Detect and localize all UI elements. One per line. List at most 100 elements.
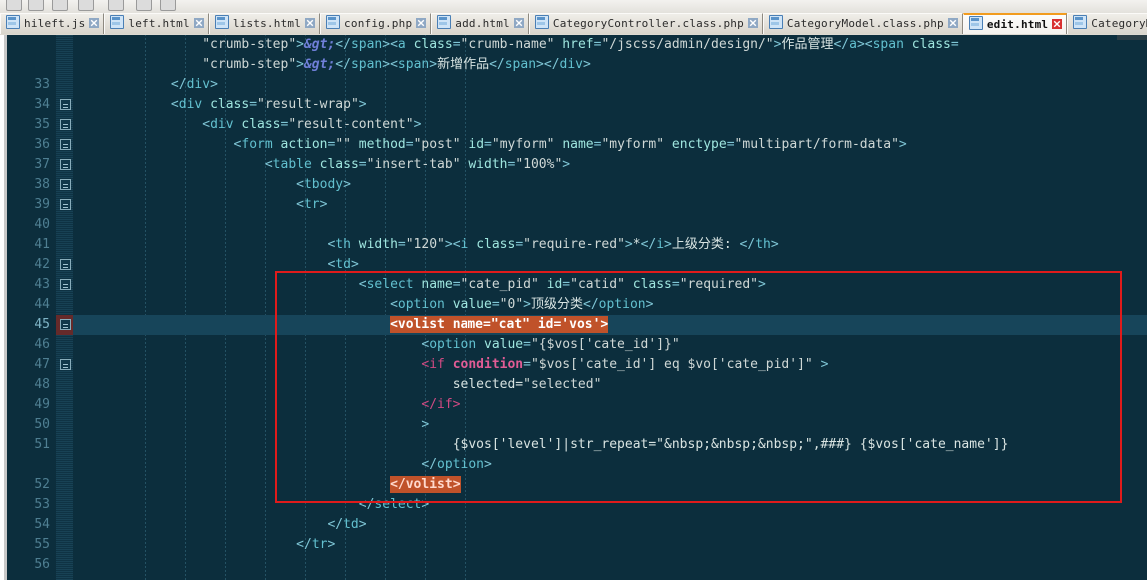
code-line[interactable]: <td> [73, 255, 1147, 275]
code-folding-column[interactable] [56, 35, 73, 580]
code-line[interactable]: </option> [73, 455, 1147, 475]
attr-name: name [421, 277, 453, 292]
tab-categorycontroller-class-php-5[interactable]: CategoryController.class.php [528, 13, 763, 34]
code-line[interactable]: <div class="result-wrap"> [73, 95, 1147, 115]
code-line[interactable]: </tr> [73, 535, 1147, 555]
tab-add-html-4[interactable]: add.html [431, 13, 529, 34]
close-icon[interactable] [305, 18, 316, 28]
fold-cell[interactable] [56, 355, 73, 375]
code-content[interactable]: "crumb-step">&gt;</span><a class="crumb-… [73, 35, 1147, 580]
toolbar-icon-6[interactable] [136, 0, 152, 11]
code-line[interactable]: > [73, 415, 1147, 435]
code-editor[interactable]: 33 34 35 36 37 38 39 40 41 42 43 44 45 46 47 48 49 50 51 52… [0, 35, 1147, 580]
tab-label: CategoryController.class.php [552, 17, 744, 30]
close-icon[interactable] [89, 18, 100, 28]
tag-name: option [397, 297, 445, 312]
code-line[interactable]: </volist> [73, 475, 1147, 495]
tab-categorymodel-class-php-6[interactable]: CategoryModel.class.php [762, 13, 963, 34]
tab-config-php-3[interactable]: config.php [320, 13, 432, 34]
tag-name: div [178, 97, 203, 112]
fold-cell[interactable] [56, 115, 73, 135]
fold-collapse-icon[interactable] [60, 199, 71, 210]
line-number: 46 [7, 335, 56, 355]
toolbar-icon-5[interactable] [108, 0, 124, 11]
code-line[interactable]: </select> [73, 495, 1147, 515]
toolbar-icon-2[interactable] [28, 0, 44, 11]
toolbar-icon-1[interactable] [6, 0, 22, 11]
fold-collapse-icon[interactable] [60, 99, 71, 110]
code-line[interactable]: </if> [73, 395, 1147, 415]
scrollbar-thumb[interactable] [1117, 35, 1147, 40]
fold-cell[interactable] [56, 275, 73, 295]
fold-collapse-icon[interactable] [60, 159, 71, 170]
string-literal: "required" [679, 277, 758, 292]
toolbar-icon-3[interactable] [52, 0, 68, 11]
tag-name: option [437, 457, 484, 472]
attr-name: id [546, 277, 563, 292]
code-text: </option> [421, 457, 491, 472]
string-literal: "result-wrap" [257, 97, 359, 112]
fold-cell [56, 375, 73, 395]
tag-bracket: </ [421, 457, 438, 472]
fold-cell[interactable] [56, 195, 73, 215]
eq: = [452, 37, 461, 52]
eq: = [671, 277, 680, 292]
tab-lists-html-2[interactable]: lists.html [208, 13, 321, 34]
fold-collapse-icon[interactable] [60, 359, 71, 370]
code-line[interactable]: </div> [73, 75, 1147, 95]
code-line[interactable]: "crumb-step">&gt;</span><a class="crumb-… [73, 35, 1147, 55]
fold-cell[interactable] [56, 255, 73, 275]
tag-bracket: > [429, 57, 438, 72]
close-icon[interactable] [416, 18, 427, 28]
fold-cell[interactable] [56, 135, 73, 155]
eq: = [405, 137, 414, 152]
code-line[interactable] [73, 555, 1147, 575]
fold-cell [56, 35, 73, 55]
code-line[interactable]: <option value="{$vos['cate_id']}" [73, 335, 1147, 355]
tab-categorymodel-class-php-8[interactable]: CategoryModel.class.php [1067, 13, 1147, 34]
fold-collapse-icon[interactable] [60, 139, 71, 150]
code-line[interactable]: <table class="insert-tab" width="100%"> [73, 155, 1147, 175]
toolbar-icon-4[interactable] [78, 0, 94, 11]
tab-left-html-1[interactable]: left.html [104, 13, 209, 34]
close-icon[interactable] [193, 18, 204, 28]
code-line[interactable]: <tbody> [73, 175, 1147, 195]
code-line[interactable]: "crumb-step">&gt;</span><span>新增作品</span… [73, 55, 1147, 75]
fold-collapse-icon[interactable] [60, 319, 71, 330]
code-line[interactable]: <th width="120"><i class="require-red">*… [73, 235, 1147, 255]
tag-bracket: > [296, 57, 304, 72]
code-line[interactable]: {$vos['level']|str_repeat="&nbsp;&nbsp;&… [73, 435, 1147, 455]
fold-cell[interactable] [56, 175, 73, 195]
close-icon[interactable] [513, 18, 524, 28]
fold-cell[interactable] [56, 315, 73, 335]
line-number [7, 55, 56, 75]
editor-tab-bar[interactable]: hileft.js left.html lists.html config.php ad… [0, 13, 1147, 36]
code-line[interactable] [73, 215, 1147, 235]
fold-collapse-icon[interactable] [60, 279, 71, 290]
fold-collapse-icon[interactable] [60, 119, 71, 130]
code-line[interactable]: <if condition="$vos['cate_id'] eq $vo['c… [73, 355, 1147, 375]
code-line[interactable]: selected="selected" [73, 375, 1147, 395]
code-line[interactable]: <tr> [73, 195, 1147, 215]
code-line[interactable]: <select name="cate_pid" id="catid" class… [73, 275, 1147, 295]
tab-hileft-js-0[interactable]: hileft.js [0, 13, 105, 34]
close-icon[interactable] [747, 18, 758, 28]
line-number: 45 [7, 315, 56, 335]
fold-collapse-icon[interactable] [60, 179, 71, 190]
code-text: {$vos['level']|str_repeat="&nbsp;&nbsp;&… [453, 437, 1009, 452]
tag-name: table [272, 157, 312, 172]
fold-cell[interactable] [56, 155, 73, 175]
code-line[interactable]: <form action="" method="post" id="myform… [73, 135, 1147, 155]
code-line[interactable]: </td> [73, 515, 1147, 535]
code-line[interactable]: <option value="0">顶级分类</option> [73, 295, 1147, 315]
toolbar-icon-7[interactable] [160, 0, 176, 11]
close-icon[interactable] [1052, 19, 1063, 29]
code-line[interactable]: <div class="result-content"> [73, 115, 1147, 135]
fold-cell[interactable] [56, 95, 73, 115]
close-icon[interactable] [947, 18, 958, 28]
fold-collapse-icon[interactable] [60, 259, 71, 270]
code-line[interactable]: <volist name="cat" id='vos'> [73, 315, 1147, 335]
code-text: selected="selected" [452, 377, 602, 392]
fold-cell [56, 555, 73, 575]
tab-edit-html-7[interactable]: edit.html [962, 13, 1068, 34]
